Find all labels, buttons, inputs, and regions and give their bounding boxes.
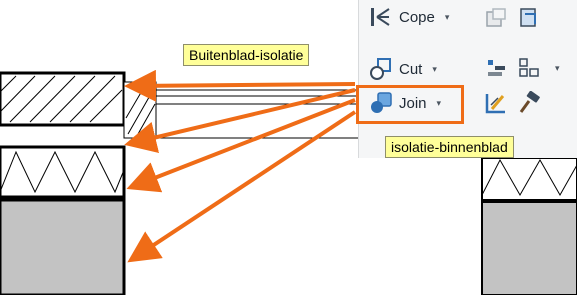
- arrow-1: [124, 69, 356, 102]
- cut-label: Cut: [399, 60, 423, 78]
- inner-leaf-masonry: [0, 198, 126, 295]
- cope-dropdown-caret[interactable]: ▾: [445, 12, 450, 23]
- outer-leaf-wall: [0, 71, 126, 127]
- cope-icon: [371, 8, 390, 26]
- callout-buitenblad-isolatie: Buitenblad-isolatie: [183, 44, 310, 66]
- modify-geometry-panel: Cope ▾ Cut ▾ Join ▾ ▾: [358, 0, 577, 158]
- callout-arrows: [124, 69, 357, 263]
- arrow-3: [126, 98, 356, 193]
- insulation-layer: [0, 145, 126, 199]
- linework-icon[interactable]: [484, 91, 508, 115]
- cut-button[interactable]: Cut ▾: [369, 56, 437, 82]
- split-face-icon[interactable]: [484, 6, 508, 30]
- callout-isolatie-binnenblad: isolatie-binnenblad: [385, 136, 514, 158]
- paint-icon[interactable]: [517, 6, 541, 30]
- cope-label: Cope: [399, 8, 435, 26]
- cut-icon: [370, 58, 391, 80]
- right-wall-section: [481, 157, 577, 295]
- cut-dropdown-caret[interactable]: ▾: [432, 64, 437, 75]
- cope-button[interactable]: Cope ▾: [369, 4, 449, 30]
- join-highlight-box: [356, 85, 464, 124]
- align-icon[interactable]: [484, 56, 508, 80]
- demolish-icon[interactable]: [517, 91, 541, 115]
- wall-join-detail: [123, 81, 358, 139]
- wall-joins-dropdown-caret[interactable]: ▾: [555, 63, 560, 74]
- wall-joins-icon[interactable]: [517, 56, 541, 80]
